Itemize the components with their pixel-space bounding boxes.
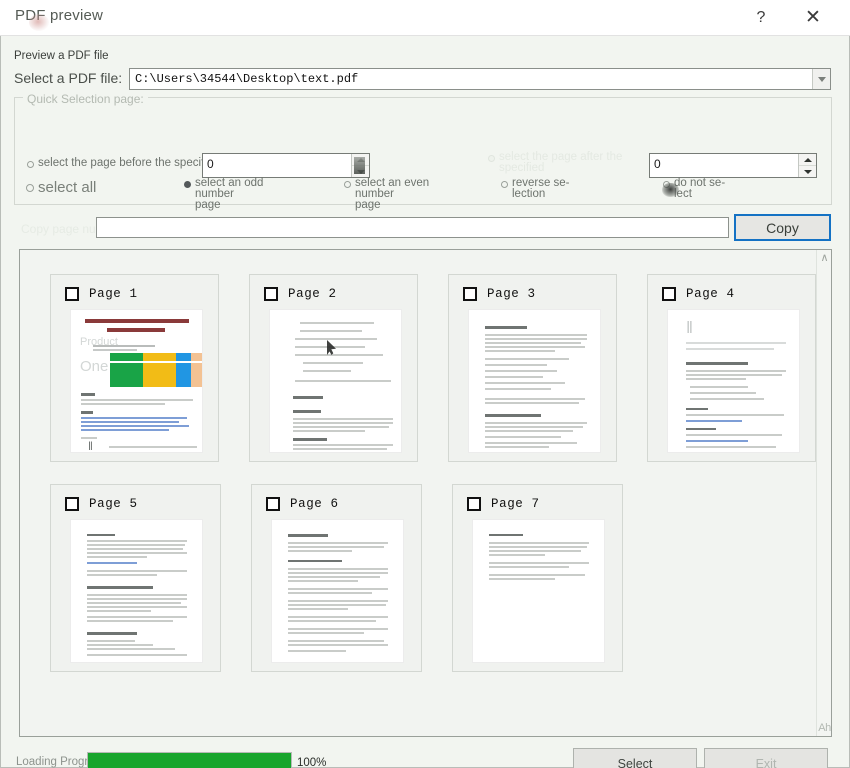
page-thumbnail-card[interactable]: Page 2 (249, 274, 418, 462)
page-checkbox[interactable] (65, 497, 79, 511)
quick-selection-legend: Quick Selection page: (23, 92, 148, 106)
close-button[interactable]: ✕ (790, 0, 836, 35)
page-preview-image (472, 519, 605, 663)
radio-even-pages[interactable]: select an even number page (344, 177, 459, 211)
mouse-cursor-icon (327, 340, 336, 355)
title-bar: PDF preview ? ✕ (0, 0, 850, 36)
chevron-down-icon[interactable] (812, 69, 830, 89)
radio-label: select an even number page (355, 177, 430, 211)
page-preview-image (468, 309, 601, 453)
radio-odd-pages[interactable]: select an odd number page (184, 177, 294, 211)
pdf-file-combobox[interactable]: C:\Users\34544\Desktop\text.pdf (129, 68, 831, 90)
help-button[interactable]: ? (738, 0, 784, 35)
page-preview-image: ‖ (667, 309, 800, 453)
page-checkbox[interactable] (467, 497, 481, 511)
dialog-body: Preview a PDF file Select a PDF file: C:… (0, 36, 850, 768)
copy-button[interactable]: Copy (734, 214, 831, 241)
radio-dot-icon (184, 181, 191, 188)
page-preview-image (70, 519, 203, 663)
exit-button[interactable]: Exit (704, 748, 828, 768)
radio-label: select the page after the specified (499, 151, 623, 174)
radio-dot-icon (26, 184, 34, 192)
page-thumbnail-card[interactable]: Page 1 Product One ‖ (50, 274, 219, 462)
page-label: Page 3 (487, 287, 536, 301)
page-checkbox[interactable] (264, 287, 278, 301)
progress-percent-label: 100% (297, 757, 327, 768)
scroll-down-icon[interactable]: Ah (817, 722, 832, 734)
radio-reverse-selection[interactable]: reverse se- lection (501, 177, 581, 200)
radio-label: reverse se- lection (512, 177, 570, 200)
radio-dot-icon (27, 161, 34, 168)
progress-fill (88, 753, 291, 768)
page-card-header: Page 2 (250, 284, 417, 304)
page-thumbnail-card[interactable]: Page 3 (448, 274, 617, 462)
page-label: Page 5 (89, 497, 138, 511)
vertical-scrollbar[interactable]: ∧ Ah (816, 250, 831, 736)
preview-scroll-panel: Page 1 Product One ‖ Page 2 Page 3 Page … (19, 249, 832, 737)
page-thumbnail-card[interactable]: Page 6 (251, 484, 422, 672)
page-label: Page 7 (491, 497, 540, 511)
page-checkbox[interactable] (662, 287, 676, 301)
radio-select-after-page[interactable]: select the page after the specified (488, 151, 663, 174)
page-card-header: Page 1 (51, 284, 218, 304)
page-thumbnail-card[interactable]: Page 5 (50, 484, 221, 672)
radio-dot-icon (501, 181, 508, 188)
radio-do-not-select[interactable]: do not se- lect (663, 177, 743, 200)
page-card-header: Page 6 (252, 494, 421, 514)
page-thumbnail-card[interactable]: Page 4 ‖ (647, 274, 816, 462)
radio-select-all[interactable]: select all (26, 180, 96, 195)
thumbnail-row: Page 5 Page 6 Page 7 (50, 484, 816, 672)
page-checkbox[interactable] (65, 287, 79, 301)
page-card-header: Page 3 (449, 284, 616, 304)
spinner-up-icon[interactable] (799, 154, 816, 166)
page-after-spinner[interactable]: 0 (649, 153, 817, 178)
page-before-spinner[interactable]: 0 (202, 153, 370, 178)
page-label: Page 4 (686, 287, 735, 301)
loading-progress-bar (87, 752, 292, 768)
thumbnail-row: Page 1 Product One ‖ Page 2 Page 3 Page … (50, 274, 816, 462)
radio-label: do not se- lect (674, 177, 726, 200)
page-preview-image (271, 519, 404, 663)
page-checkbox[interactable] (266, 497, 280, 511)
window-title: PDF preview (15, 7, 104, 24)
pdf-preview-window: PDF preview ? ✕ Preview a PDF file Selec… (0, 0, 850, 768)
pdf-file-value: C:\Users\34544\Desktop\text.pdf (135, 72, 359, 86)
page-before-value: 0 (207, 157, 214, 171)
spinner-down-icon[interactable] (352, 166, 369, 177)
spinner-buttons[interactable] (798, 154, 816, 177)
radio-label: select all (38, 179, 97, 196)
radio-dot-icon (663, 181, 670, 188)
page-after-value: 0 (654, 157, 661, 171)
radio-dot-icon (344, 181, 351, 188)
page-card-header: Page 4 (648, 284, 815, 304)
page-thumbnail-card[interactable]: Page 7 (452, 484, 623, 672)
page-preview-image: Product One ‖ (70, 309, 203, 453)
section-label: Preview a PDF file (14, 50, 109, 62)
thumbnail-grid: Page 1 Product One ‖ Page 2 Page 3 Page … (20, 250, 816, 736)
radio-dot-icon (488, 155, 495, 162)
page-label: Page 6 (290, 497, 339, 511)
page-label: Page 2 (288, 287, 337, 301)
file-field-label: Select a PDF file: (14, 70, 123, 86)
spinner-down-icon[interactable] (799, 166, 816, 177)
page-label: Page 1 (89, 287, 138, 301)
spinner-up-icon[interactable] (352, 154, 369, 166)
scroll-up-icon[interactable]: ∧ (817, 252, 832, 264)
radio-label: select an odd number page (195, 177, 264, 211)
page-checkbox[interactable] (463, 287, 477, 301)
select-button[interactable]: Select (573, 748, 697, 768)
page-preview-image (269, 309, 402, 453)
copy-input[interactable] (96, 217, 729, 238)
page-card-header: Page 7 (453, 494, 622, 514)
page-card-header: Page 5 (51, 494, 220, 514)
spinner-buttons[interactable] (351, 154, 369, 177)
